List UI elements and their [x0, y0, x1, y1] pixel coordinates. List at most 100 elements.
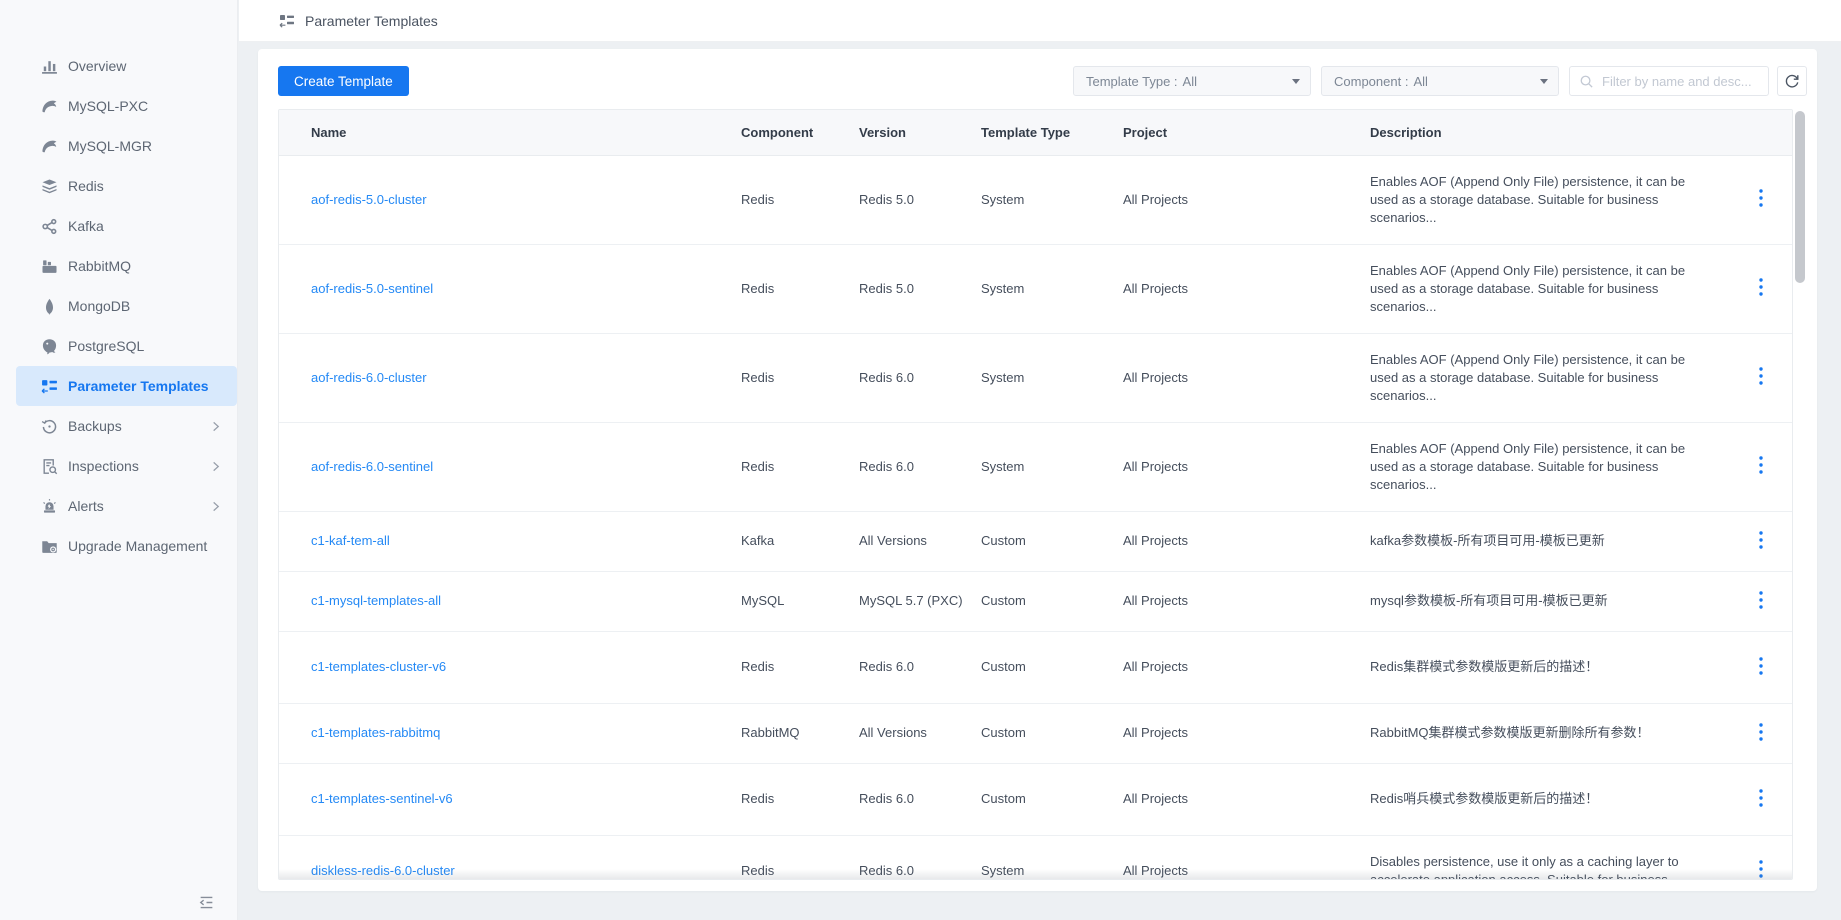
- cell-name: aof-redis-5.0-sentinel: [279, 244, 741, 333]
- cell-description: Redis哨兵模式参数模版更新后的描述！: [1370, 763, 1735, 835]
- table-row: diskless-redis-6.0-cluster RedisRedis 6.0…: [279, 835, 1793, 880]
- cell-template-type: Custom: [981, 511, 1123, 571]
- cell-project: All Projects: [1123, 763, 1370, 835]
- template-type-value: All: [1183, 74, 1197, 89]
- cell-template-type: Custom: [981, 571, 1123, 631]
- template-name-link[interactable]: c1-templates-cluster-v6: [311, 659, 446, 674]
- template-name-link[interactable]: c1-templates-rabbitmq: [311, 725, 440, 740]
- cell-component: Kafka: [741, 511, 859, 571]
- sidebar: Overview MySQL-PXCMySQL-MGRRedisKafkaRabb…: [0, 0, 238, 920]
- column-header-description: Description: [1370, 110, 1735, 155]
- cell-actions: [1735, 422, 1793, 511]
- chevron-down-icon: [1540, 79, 1548, 84]
- page-title: Parameter Templates: [305, 13, 438, 29]
- page-header: Parameter Templates: [239, 0, 1841, 42]
- table-row: aof-redis-5.0-sentinelRedisRedis 5.0Syst…: [279, 244, 1793, 333]
- component-select[interactable]: Component : All: [1321, 66, 1559, 96]
- cell-name: diskless-redis-6.0-cluster: [279, 835, 741, 880]
- sidebar-item-kafka[interactable]: Kafka: [0, 206, 237, 246]
- cell-template-type: Custom: [981, 763, 1123, 835]
- mysql-icon: [40, 137, 58, 155]
- upgrade-management-icon: [40, 537, 58, 555]
- cell-description: Enables AOF (Append Only File) persisten…: [1370, 155, 1735, 244]
- row-actions-menu-icon[interactable]: [1753, 276, 1769, 298]
- create-template-button[interactable]: Create Template: [278, 66, 409, 96]
- content-area: Create Template Template Type : All Comp…: [239, 42, 1841, 920]
- row-actions-menu-icon[interactable]: [1753, 365, 1769, 387]
- templates-card: Create Template Template Type : All Comp…: [258, 49, 1817, 891]
- sidebar-item-mysql-pxc[interactable]: MySQL-PXC: [0, 86, 237, 126]
- column-header-version: Version: [859, 110, 981, 155]
- table-row: aof-redis-6.0-sentinelRedisRedis 6.0Syst…: [279, 422, 1793, 511]
- table-body: aof-redis-5.0-clusterRedisRedis 5.0Syste…: [279, 155, 1793, 880]
- sidebar-item-alerts[interactable]: Alerts: [0, 486, 237, 526]
- sidebar-collapse-icon[interactable]: [198, 894, 215, 916]
- sidebar-item-rabbitmq[interactable]: RabbitMQ: [0, 246, 237, 286]
- template-name-link[interactable]: aof-redis-6.0-sentinel: [311, 459, 433, 474]
- cell-template-type: System: [981, 155, 1123, 244]
- cell-component: Redis: [741, 155, 859, 244]
- table-row: aof-redis-5.0-clusterRedisRedis 5.0Syste…: [279, 155, 1793, 244]
- templates-table: Name Component Version Template Type Pro…: [278, 109, 1793, 880]
- cell-project: All Projects: [1123, 333, 1370, 422]
- refresh-button[interactable]: [1777, 66, 1807, 96]
- alerts-icon: [40, 497, 58, 515]
- sidebar-item-mysql-mgr[interactable]: MySQL-MGR: [0, 126, 237, 166]
- chevron-right-icon: [210, 501, 221, 512]
- cell-component: Redis: [741, 835, 859, 880]
- template-name-link[interactable]: c1-kaf-tem-all: [311, 533, 390, 548]
- cell-actions: [1735, 155, 1793, 244]
- row-actions-menu-icon[interactable]: [1753, 721, 1769, 743]
- sidebar-item-label: Alerts: [68, 497, 200, 515]
- template-name-link[interactable]: aof-redis-5.0-cluster: [311, 192, 427, 207]
- sidebar-item-label: Overview: [68, 57, 221, 75]
- row-actions-menu-icon[interactable]: [1753, 787, 1769, 809]
- column-header-project: Project: [1123, 110, 1370, 155]
- cell-description: Enables AOF (Append Only File) persisten…: [1370, 333, 1735, 422]
- sidebar-item-backups[interactable]: Backups: [0, 406, 237, 446]
- sidebar-menu: Overview MySQL-PXCMySQL-MGRRedisKafkaRabb…: [0, 46, 237, 566]
- row-actions-menu-icon[interactable]: [1753, 858, 1769, 880]
- chevron-down-icon: [1292, 79, 1300, 84]
- row-actions-menu-icon[interactable]: [1753, 589, 1769, 611]
- sidebar-item-redis[interactable]: Redis: [0, 166, 237, 206]
- template-name-link[interactable]: aof-redis-5.0-sentinel: [311, 281, 433, 296]
- cell-version: Redis 6.0: [859, 422, 981, 511]
- scrollbar-thumb[interactable]: [1795, 111, 1805, 283]
- mongodb-icon: [40, 297, 58, 315]
- component-label: Component :: [1334, 74, 1408, 89]
- cell-name: c1-templates-cluster-v6: [279, 631, 741, 703]
- sidebar-item-parameter-templates[interactable]: Parameter Templates: [16, 366, 237, 406]
- sidebar-item-overview[interactable]: Overview: [0, 46, 237, 86]
- search-input[interactable]: [1600, 73, 1760, 90]
- sidebar-item-upgrade-management[interactable]: Upgrade Management: [0, 526, 237, 566]
- cell-version: All Versions: [859, 511, 981, 571]
- overview-icon: [40, 57, 58, 75]
- redis-icon: [40, 177, 58, 195]
- row-actions-menu-icon[interactable]: [1753, 529, 1769, 551]
- template-name-link[interactable]: diskless-redis-6.0-cluster: [311, 863, 455, 878]
- template-type-select[interactable]: Template Type : All: [1073, 66, 1311, 96]
- table-row: c1-templates-sentinel-v6RedisRedis 6.0Cu…: [279, 763, 1793, 835]
- cell-version: Redis 6.0: [859, 835, 981, 880]
- cell-name: c1-templates-rabbitmq: [279, 703, 741, 763]
- template-name-link[interactable]: c1-templates-sentinel-v6: [311, 791, 453, 806]
- row-actions-menu-icon[interactable]: [1753, 655, 1769, 677]
- template-name-link[interactable]: c1-mysql-templates-all: [311, 593, 441, 608]
- sidebar-item-postgresql[interactable]: PostgreSQL: [0, 326, 237, 366]
- parameter-templates-icon: [40, 377, 58, 395]
- row-actions-menu-icon[interactable]: [1753, 454, 1769, 476]
- row-actions-menu-icon[interactable]: [1753, 187, 1769, 209]
- cell-template-type: Custom: [981, 631, 1123, 703]
- sidebar-item-mongodb[interactable]: MongoDB: [0, 286, 237, 326]
- rabbitmq-icon: [40, 257, 58, 275]
- cell-actions: [1735, 571, 1793, 631]
- sidebar-item-inspections[interactable]: Inspections: [0, 446, 237, 486]
- backups-icon: [40, 417, 58, 435]
- cell-version: Redis 5.0: [859, 244, 981, 333]
- sidebar-item-label: PostgreSQL: [68, 337, 221, 355]
- template-name-link[interactable]: aof-redis-6.0-cluster: [311, 370, 427, 385]
- cell-version: Redis 6.0: [859, 763, 981, 835]
- table-row: aof-redis-6.0-clusterRedisRedis 6.0Syste…: [279, 333, 1793, 422]
- cell-template-type: System: [981, 835, 1123, 880]
